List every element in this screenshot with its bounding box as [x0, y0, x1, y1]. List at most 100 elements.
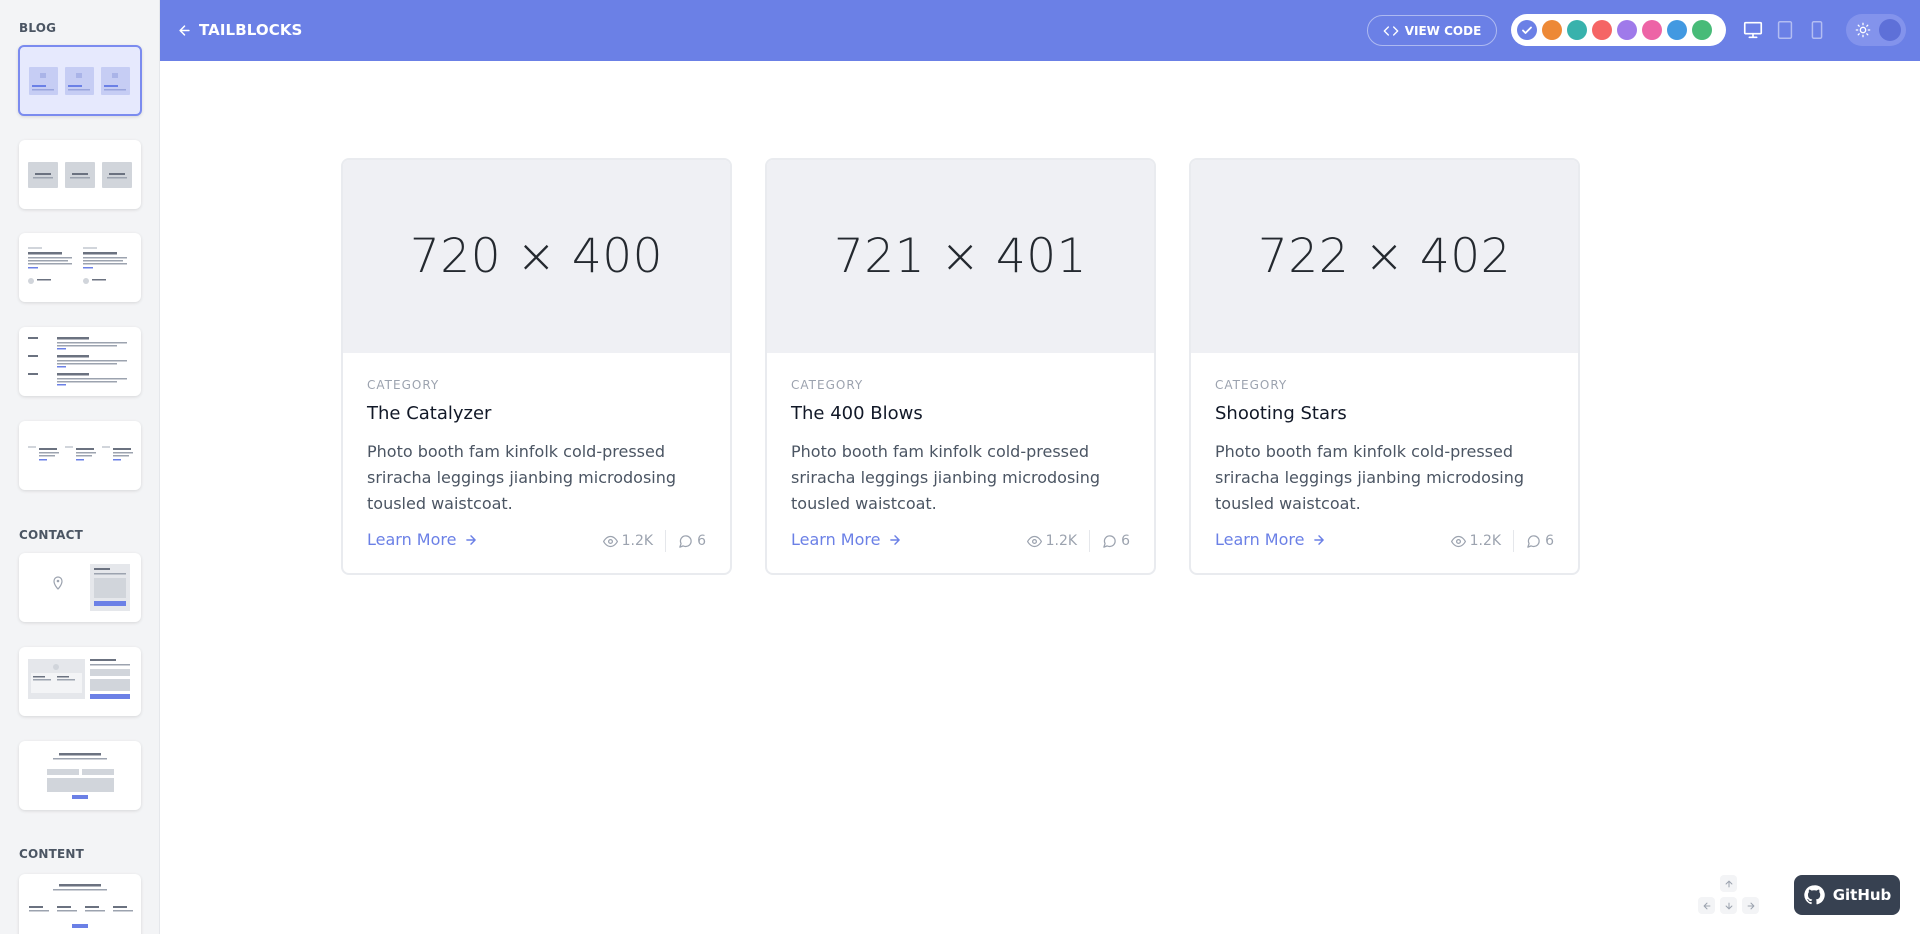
stat-divider — [1513, 530, 1515, 552]
thumb-content-1[interactable] — [19, 874, 141, 934]
color-swatch-pink[interactable] — [1642, 20, 1662, 40]
thumb-blog-1[interactable] — [18, 45, 142, 116]
card-title: The 400 Blows — [791, 403, 923, 424]
tablet-icon — [1777, 21, 1793, 39]
toggle-knob — [1879, 19, 1901, 41]
arrow-left-icon — [179, 24, 190, 36]
color-swatch-teal[interactable] — [1567, 20, 1587, 40]
card-description: Photo booth fam kinfolk cold-pressed sri… — [1215, 442, 1525, 513]
code-icon — [1383, 25, 1399, 36]
card-category: CATEGORY — [1215, 378, 1288, 392]
top-bar: TAILBLOCKS VIEW CODE — [160, 0, 1920, 61]
views-stat: 1.2K — [1026, 533, 1078, 549]
card-description: Photo booth fam kinfolk cold-pressed sri… — [367, 442, 677, 513]
views-count: 1.2K — [1469, 533, 1502, 549]
sidebar-section-title: CONTACT — [19, 528, 83, 542]
color-swatch-red[interactable] — [1592, 20, 1612, 40]
sidebar: BLOG CONTACT CONTENT — [0, 0, 160, 934]
arrow-up-icon — [1725, 880, 1732, 887]
tablet-view-button[interactable] — [1774, 18, 1796, 42]
thumb-contact-3[interactable] — [19, 741, 141, 810]
card-stats: 1.2K 6 — [1026, 530, 1130, 552]
thumb-contact-2[interactable] — [19, 647, 141, 716]
learn-more-link[interactable]: Learn More — [1215, 530, 1326, 549]
card-image-label: 722 × 402 — [1257, 229, 1512, 284]
thumb-contact-1[interactable] — [19, 553, 141, 622]
comments-stat: 6 — [1526, 533, 1554, 549]
github-button[interactable]: GitHub — [1794, 875, 1900, 915]
stat-divider — [1089, 530, 1091, 552]
color-swatch-purple[interactable] — [1617, 20, 1637, 40]
comments-stat: 6 — [1102, 533, 1130, 549]
views-stat: 1.2K — [602, 533, 654, 549]
key-up[interactable] — [1720, 875, 1737, 892]
stat-divider — [665, 530, 667, 552]
card-image-label: 721 × 401 — [833, 229, 1088, 284]
desktop-view-button[interactable] — [1742, 18, 1764, 42]
back-link-label: TAILBLOCKS — [199, 21, 303, 39]
sun-icon — [1855, 22, 1871, 38]
view-code-button[interactable]: VIEW CODE — [1367, 15, 1497, 46]
blog-card: 720 × 400 CATEGORY The Catalyzer Photo b… — [341, 158, 732, 575]
phone-icon — [1811, 21, 1823, 39]
arrow-right-icon — [1314, 534, 1325, 545]
learn-more-link[interactable]: Learn More — [367, 530, 478, 549]
arrow-right-icon — [890, 534, 901, 545]
check-icon — [1522, 26, 1532, 34]
card-stats: 1.2K 6 — [602, 530, 706, 552]
theme-toggle[interactable] — [1846, 14, 1906, 46]
color-swatch-indigo[interactable] — [1517, 20, 1537, 40]
color-swatch-orange[interactable] — [1542, 20, 1562, 40]
card-description: Photo booth fam kinfolk cold-pressed sri… — [791, 442, 1101, 513]
github-label: GitHub — [1832, 886, 1892, 904]
learn-more-label: Learn More — [367, 530, 457, 549]
card-image-placeholder: 721 × 401 — [767, 160, 1154, 353]
blog-card: 721 × 401 CATEGORY The 400 Blows Photo b… — [765, 158, 1156, 575]
view-code-label: VIEW CODE — [1404, 23, 1482, 38]
learn-more-link[interactable]: Learn More — [791, 530, 902, 549]
eye-icon — [602, 535, 618, 547]
card-image-placeholder: 720 × 400 — [343, 160, 730, 353]
card-title: Shooting Stars — [1215, 403, 1347, 424]
card-image-placeholder: 722 × 402 — [1191, 160, 1578, 353]
key-down[interactable] — [1720, 897, 1737, 914]
card-category: CATEGORY — [367, 378, 440, 392]
card-stats: 1.2K 6 — [1450, 530, 1554, 552]
comment-icon — [1103, 534, 1116, 548]
phone-view-button[interactable] — [1806, 18, 1828, 42]
desktop-icon — [1743, 21, 1763, 39]
sidebar-section-title: CONTENT — [19, 847, 85, 861]
sidebar-section-title: BLOG — [19, 21, 57, 35]
views-stat: 1.2K — [1450, 533, 1502, 549]
blog-card: 722 × 402 CATEGORY Shooting Stars Photo … — [1189, 158, 1580, 575]
arrow-right-icon — [1747, 902, 1754, 909]
comments-count: 6 — [697, 533, 706, 549]
comments-stat: 6 — [678, 533, 706, 549]
comment-icon — [1527, 534, 1540, 548]
color-swatch-blue[interactable] — [1667, 20, 1687, 40]
thumb-blog-5[interactable] — [19, 421, 141, 490]
learn-more-label: Learn More — [1215, 530, 1305, 549]
views-count: 1.2K — [1045, 533, 1078, 549]
arrow-right-icon — [466, 534, 477, 545]
back-link[interactable]: TAILBLOCKS — [177, 19, 302, 41]
comments-count: 6 — [1121, 533, 1130, 549]
color-picker — [1511, 14, 1726, 46]
thumb-blog-4[interactable] — [19, 327, 141, 396]
card-title: The Catalyzer — [367, 403, 492, 424]
key-right[interactable] — [1742, 897, 1759, 914]
card-category: CATEGORY — [791, 378, 864, 392]
thumb-blog-3[interactable] — [19, 233, 141, 302]
comments-count: 6 — [1545, 533, 1554, 549]
eye-icon — [1450, 535, 1466, 547]
views-count: 1.2K — [621, 533, 654, 549]
card-image-label: 720 × 400 — [409, 229, 664, 284]
thumb-blog-2[interactable] — [19, 140, 141, 209]
eye-icon — [1026, 535, 1042, 547]
key-left[interactable] — [1698, 897, 1715, 914]
github-icon — [1803, 885, 1825, 905]
arrow-down-icon — [1725, 902, 1732, 909]
comment-icon — [679, 534, 692, 548]
color-swatch-green[interactable] — [1692, 20, 1712, 40]
learn-more-label: Learn More — [791, 530, 881, 549]
